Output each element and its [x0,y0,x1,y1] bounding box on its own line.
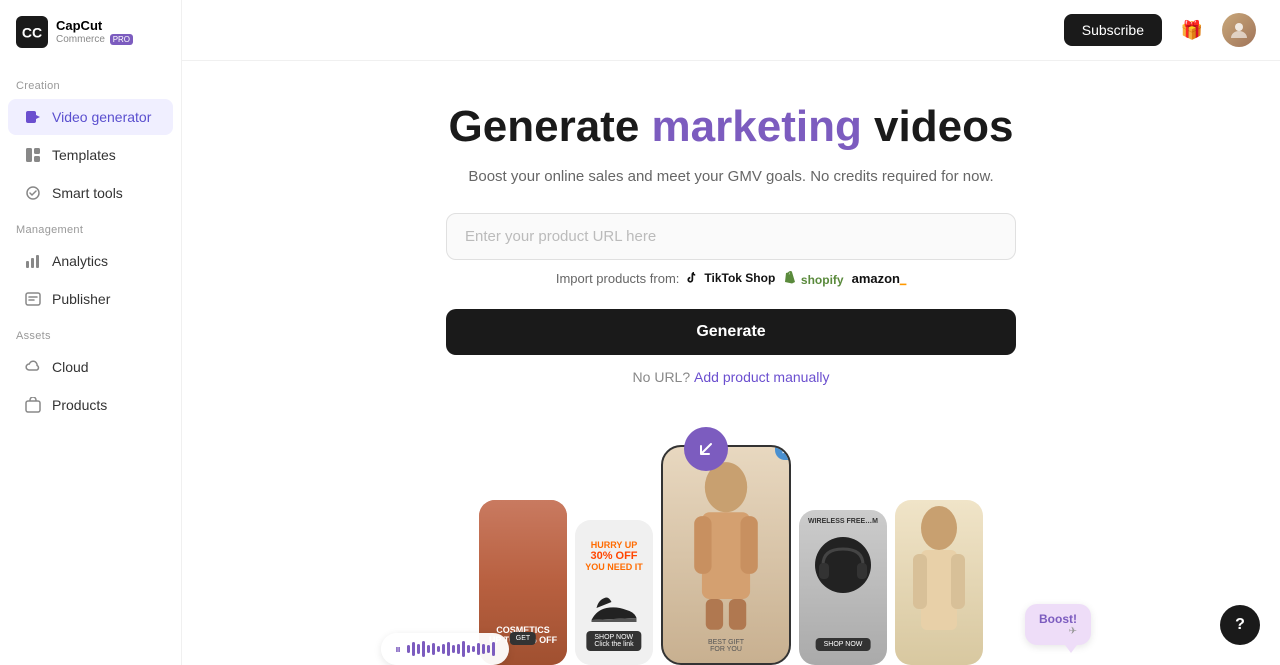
boost-chat-bubble: Boost! ✈ [1025,604,1091,645]
brand-name: CapCut Commerce PRO [56,19,133,44]
export-icon-circle [684,427,728,471]
products-icon [24,396,42,414]
fashion-silhouette [895,500,983,665]
products-label: Products [52,397,107,413]
hero-subtitle: Boost your online sales and meet your GM… [468,168,993,185]
shopify-logo: shopify [783,270,843,287]
sidebar-item-publisher[interactable]: Publisher [8,281,173,317]
help-button[interactable]: ? [1220,605,1260,645]
url-input[interactable] [446,213,1016,260]
sidebar-item-video-generator[interactable]: Video generator [8,99,173,135]
smart-tools-label: Smart tools [52,185,123,201]
analytics-label: Analytics [52,253,108,269]
import-label: Import products from: [556,271,680,286]
sidebar-item-smart-tools[interactable]: Smart tools [8,175,173,211]
templates-label: Templates [52,147,116,163]
tiktok-logo: TikTok Shop [687,271,775,285]
video-generator-icon [24,108,42,126]
preview-card-4: WIRELESS FREE…M SHOP NOW [799,510,887,665]
video-generator-label: Video generator [52,109,151,125]
logo: CC CapCut Commerce PRO [0,16,181,68]
no-url-label: No URL? [633,369,691,385]
creation-section-label: Creation [0,68,181,98]
amazon-logo: amazon▁ [852,271,907,286]
cloud-label: Cloud [52,359,89,375]
assets-section-label: Assets [0,318,181,348]
avatar[interactable] [1222,13,1256,47]
url-input-container [446,213,1016,260]
templates-icon [24,146,42,164]
preview-card-2: HURRY UP30% OFFYOU NEED IT SHOP NOWClick… [575,520,653,665]
svg-text:CC: CC [22,24,42,40]
audio-bar: ⏸ [381,633,509,665]
sidebar-item-products[interactable]: Products [8,387,173,423]
preview-card-center: ▶ BEST GIFTFOR YOU [661,445,791,665]
headphones-image [813,535,873,595]
publisher-icon [24,290,42,308]
add-product-manually-link[interactable]: Add product manually [694,369,829,385]
analytics-icon [24,252,42,270]
cloud-icon [24,358,42,376]
help-icon: ? [1235,616,1245,634]
gift-icon[interactable]: 🎁 [1174,12,1210,48]
card2-cta: SHOP NOWClick the link [586,631,641,651]
waveform [407,641,495,657]
center-card-text: BEST GIFTFOR YOU [667,639,785,653]
sneaker-image [587,590,642,630]
subscribe-button[interactable]: Subscribe [1064,14,1162,46]
pause-icon: ⏸ [395,642,401,657]
card1-cta: GET [510,632,536,645]
card4-cta: SHOP NOW [816,638,871,651]
hero-title: Generate marketing videos [449,101,1014,154]
sidebar: CC CapCut Commerce PRO Creation Video ge… [0,0,182,665]
preview-card-5 [895,500,983,665]
capcut-logo-icon: CC [16,16,48,48]
chat-bubble-tail [1065,645,1077,653]
card2-sale-text: HURRY UP30% OFFYOU NEED IT [579,540,649,572]
import-row: Import products from: TikTok Shop shopif… [556,270,906,287]
no-url-row: No URL? Add product manually [633,369,830,385]
management-section-label: Management [0,212,181,242]
sidebar-item-cloud[interactable]: Cloud [8,349,173,385]
sidebar-item-analytics[interactable]: Analytics [8,243,173,279]
model-silhouette [673,457,779,633]
preview-area: COSMETICSUP TO 20% OFF GET HURRY UP30% O… [381,409,1081,665]
header: Subscribe 🎁 [182,0,1280,61]
sidebar-item-templates[interactable]: Templates [8,137,173,173]
card4-title: WIRELESS FREE…M [803,518,883,525]
content-area: Generate marketing videos Boost your onl… [182,61,1280,665]
publisher-label: Publisher [52,291,110,307]
smart-tools-icon [24,184,42,202]
generate-button[interactable]: Generate [446,309,1016,355]
main-content: Subscribe 🎁 Generate marketing videos Bo… [182,0,1280,665]
